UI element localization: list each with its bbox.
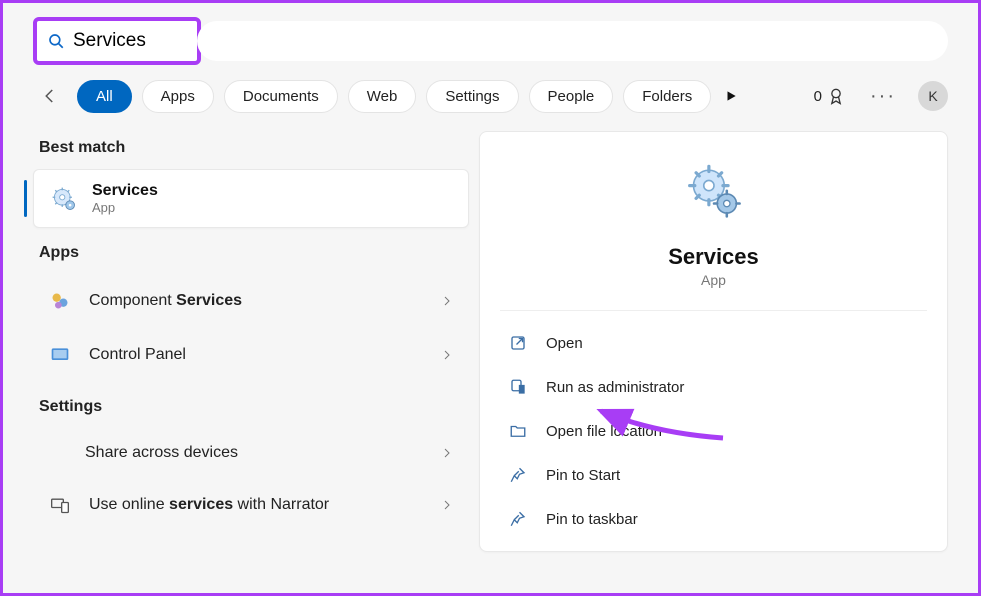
chevron-right-icon bbox=[441, 295, 453, 307]
app-item-label: Component Services bbox=[89, 292, 441, 310]
back-button[interactable] bbox=[33, 79, 67, 113]
pin-icon bbox=[508, 465, 528, 485]
action-label: Open file location bbox=[546, 423, 662, 440]
more-tabs-button[interactable] bbox=[721, 89, 741, 103]
search-box[interactable] bbox=[37, 21, 197, 61]
search-panel: All Apps Documents Web Settings People F… bbox=[3, 3, 978, 593]
tab-web[interactable]: Web bbox=[348, 80, 417, 113]
action-open-file-location[interactable]: Open file location bbox=[500, 409, 927, 453]
detail-actions: Open Run as administrator Open file loca… bbox=[480, 311, 947, 551]
app-item-component-services[interactable]: Component Services bbox=[33, 274, 469, 328]
action-label: Run as administrator bbox=[546, 379, 684, 396]
app-item-label: Control Panel bbox=[89, 346, 441, 364]
best-match-card[interactable]: Services App bbox=[33, 169, 469, 228]
search-highlight-box bbox=[33, 17, 201, 65]
section-apps: Apps bbox=[39, 244, 469, 262]
shield-icon bbox=[508, 377, 528, 397]
folder-icon bbox=[508, 421, 528, 441]
detail-subtitle: App bbox=[480, 272, 947, 288]
action-label: Open bbox=[546, 335, 583, 352]
control-panel-icon bbox=[49, 344, 71, 366]
settings-item-share-devices[interactable]: Share across devices bbox=[33, 428, 469, 478]
settings-item-narrator-services[interactable]: Use online services with Narrator bbox=[33, 478, 469, 532]
services-gear-icon bbox=[50, 185, 78, 213]
settings-item-label: Use online services with Narrator bbox=[89, 496, 441, 514]
action-open[interactable]: Open bbox=[500, 321, 927, 365]
best-match-title: Services bbox=[92, 182, 158, 200]
pin-icon bbox=[508, 509, 528, 529]
more-options-button[interactable]: ··· bbox=[870, 85, 896, 108]
action-label: Pin to Start bbox=[546, 467, 620, 484]
tab-all[interactable]: All bbox=[77, 80, 132, 113]
app-item-control-panel[interactable]: Control Panel bbox=[33, 328, 469, 382]
best-match-subtitle: App bbox=[92, 200, 158, 215]
action-pin-start[interactable]: Pin to Start bbox=[500, 453, 927, 497]
detail-card: Services App Open Run as administra bbox=[479, 131, 948, 552]
tab-documents[interactable]: Documents bbox=[224, 80, 338, 113]
tab-folders[interactable]: Folders bbox=[623, 80, 711, 113]
section-best-match: Best match bbox=[39, 139, 469, 157]
detail-title: Services bbox=[480, 244, 947, 270]
results-content: Best match Services App bbox=[3, 123, 978, 597]
tab-settings[interactable]: Settings bbox=[426, 80, 518, 113]
section-settings: Settings bbox=[39, 398, 469, 416]
devices-icon bbox=[49, 494, 71, 516]
open-external-icon bbox=[508, 333, 528, 353]
rewards-indicator[interactable]: 0 bbox=[814, 86, 846, 106]
chevron-right-icon bbox=[441, 447, 453, 459]
action-label: Pin to taskbar bbox=[546, 511, 638, 528]
component-services-icon bbox=[49, 290, 71, 312]
search-row bbox=[3, 3, 978, 73]
action-run-admin[interactable]: Run as administrator bbox=[500, 365, 927, 409]
chevron-right-icon bbox=[441, 349, 453, 361]
search-input[interactable] bbox=[73, 30, 183, 52]
detail-pane: Services App Open Run as administra bbox=[479, 123, 978, 597]
search-bar-extension[interactable] bbox=[197, 21, 948, 61]
tab-apps[interactable]: Apps bbox=[142, 80, 214, 113]
tab-people[interactable]: People bbox=[529, 80, 614, 113]
rewards-count: 0 bbox=[814, 88, 822, 105]
medal-icon bbox=[826, 86, 846, 106]
results-left-column: Best match Services App bbox=[3, 123, 479, 597]
services-gear-icon-large bbox=[682, 160, 746, 224]
search-icon bbox=[47, 32, 65, 50]
settings-item-label: Share across devices bbox=[85, 444, 441, 462]
chevron-right-icon bbox=[441, 499, 453, 511]
filter-tabs-row: All Apps Documents Web Settings People F… bbox=[3, 73, 978, 123]
window-frame: All Apps Documents Web Settings People F… bbox=[0, 0, 981, 596]
action-pin-taskbar[interactable]: Pin to taskbar bbox=[500, 497, 927, 541]
user-avatar[interactable]: K bbox=[918, 81, 948, 111]
